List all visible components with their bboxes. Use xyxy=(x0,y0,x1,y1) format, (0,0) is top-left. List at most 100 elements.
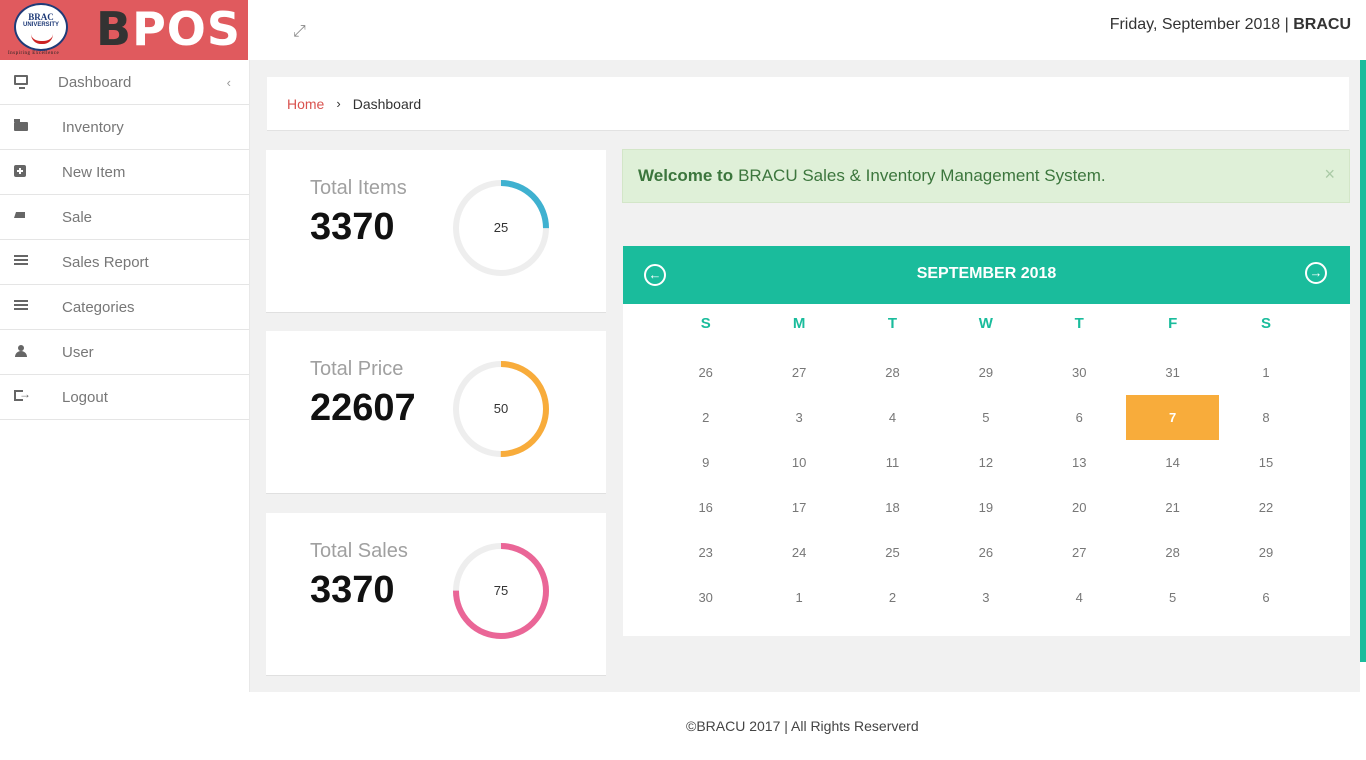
progress-ring-value: 50 xyxy=(493,401,509,416)
calendar-day[interactable]: 28 xyxy=(846,350,939,395)
stat-card-total-sales: Total Sales 3370 75 xyxy=(266,513,606,676)
calendar-day[interactable]: 1 xyxy=(752,575,845,620)
org-name: BRACU xyxy=(1293,16,1351,33)
calendar-day[interactable]: 6 xyxy=(1033,395,1126,440)
calendar-day[interactable]: 28 xyxy=(1126,530,1219,575)
user-icon xyxy=(14,345,28,357)
calendar-day[interactable]: 9 xyxy=(659,440,752,485)
brand-rest: POS xyxy=(132,2,242,56)
calendar-day[interactable]: 27 xyxy=(1033,530,1126,575)
sidebar-item-sale[interactable]: Sale xyxy=(0,195,249,240)
weekday-header: S xyxy=(1261,315,1272,332)
calendar-day[interactable]: 30 xyxy=(1033,350,1126,395)
sidebar-item-label: New Item xyxy=(62,163,126,181)
cart-icon xyxy=(14,210,25,218)
sidebar-item-inventory[interactable]: Inventory xyxy=(0,105,249,150)
stat-value: 3370 xyxy=(310,206,395,248)
sidebar-item-label: Sales Report xyxy=(62,253,149,271)
weekday-header: T xyxy=(887,315,898,332)
progress-ring-value: 75 xyxy=(493,583,509,598)
calendar-day[interactable]: 19 xyxy=(939,485,1032,530)
calendar-day[interactable]: 15 xyxy=(1219,440,1312,485)
calendar-day[interactable]: 5 xyxy=(1126,575,1219,620)
calendar-day[interactable]: 25 xyxy=(846,530,939,575)
calendar-header: ← SEPTEMBER 2018 → xyxy=(623,246,1350,304)
top-bar: ⤢ Friday, September 2018 | BRACU xyxy=(248,0,1366,60)
calendar-day[interactable]: 2 xyxy=(846,575,939,620)
progress-ring: 25 xyxy=(451,178,551,278)
brac-university-seal-logo: BRAC UNIVERSITY xyxy=(14,3,68,51)
calendar-day[interactable]: 10 xyxy=(752,440,845,485)
calendar-day[interactable]: 27 xyxy=(752,350,845,395)
close-icon[interactable]: × xyxy=(1324,164,1335,185)
footer: ©BRACU 2017 | All Rights Reserverd xyxy=(0,692,1366,760)
bars-icon xyxy=(14,300,28,310)
progress-ring: 75 xyxy=(451,541,551,641)
calendar-day[interactable]: 31 xyxy=(1126,350,1219,395)
calendar-day[interactable]: 12 xyxy=(939,440,1032,485)
sidebar: Dashboard ‹ Inventory New Item Sale Sale… xyxy=(0,60,250,692)
folder-icon xyxy=(14,119,28,131)
calendar-day[interactable]: 16 xyxy=(659,485,752,530)
calendar-day[interactable]: 20 xyxy=(1033,485,1126,530)
sidebar-item-sales-report[interactable]: Sales Report xyxy=(0,240,249,285)
calendar-day[interactable]: 22 xyxy=(1219,485,1312,530)
calendar-day[interactable]: 26 xyxy=(659,350,752,395)
sidebar-item-logout[interactable]: Logout xyxy=(0,375,249,420)
calendar-day[interactable]: 3 xyxy=(752,395,845,440)
sidebar-item-label: Categories xyxy=(62,298,135,316)
calendar-month-label: SEPTEMBER 2018 xyxy=(916,265,1057,282)
breadcrumb-current: Dashboard xyxy=(352,95,422,112)
calendar-day[interactable]: 4 xyxy=(846,395,939,440)
sidebar-item-user[interactable]: User xyxy=(0,330,249,375)
calendar-day[interactable]: 7 xyxy=(1125,395,1220,440)
calendar-day[interactable]: 4 xyxy=(1033,575,1126,620)
calendar-day[interactable]: 26 xyxy=(939,530,1032,575)
stat-card-total-price: Total Price 22607 50 xyxy=(266,331,606,494)
arrow-right-circle-icon[interactable]: → xyxy=(1305,262,1327,284)
calendar-day[interactable]: 6 xyxy=(1219,575,1312,620)
calendar-day[interactable]: 29 xyxy=(1219,530,1312,575)
sidebar-item-label: Inventory xyxy=(62,118,124,136)
main-content: Home › Dashboard Total Items 3370 25 Tot… xyxy=(250,60,1360,692)
calendar-day[interactable]: 23 xyxy=(659,530,752,575)
progress-ring-value: 25 xyxy=(493,220,509,235)
progress-ring: 50 xyxy=(451,359,551,459)
calendar-day[interactable]: 17 xyxy=(752,485,845,530)
logo-tagline: Inspiring Excellence xyxy=(8,51,60,56)
alert-strong: Welcome to xyxy=(638,166,734,185)
sidebar-item-dashboard[interactable]: Dashboard ‹ xyxy=(0,60,249,105)
calendar-day[interactable]: 30 xyxy=(659,575,752,620)
calendar-day[interactable]: 8 xyxy=(1219,395,1312,440)
calendar-day[interactable]: 11 xyxy=(846,440,939,485)
sidebar-item-categories[interactable]: Categories xyxy=(0,285,249,330)
calendar-day[interactable]: 14 xyxy=(1126,440,1219,485)
seal-line1: BRAC xyxy=(28,12,54,22)
stat-value: 3370 xyxy=(310,569,395,611)
calendar-day[interactable]: 24 xyxy=(752,530,845,575)
scrollbar[interactable] xyxy=(1360,60,1366,662)
calendar-day[interactable]: 21 xyxy=(1126,485,1219,530)
footer-copyright: ©BRACU 2017 | All Rights Reserverd xyxy=(686,718,919,734)
chevron-left-icon[interactable]: ‹ xyxy=(227,75,231,90)
logo-bar: BRAC UNIVERSITY Inspiring Excellence BPO… xyxy=(0,0,248,60)
stat-title: Total Sales xyxy=(310,540,408,562)
fullscreen-expand-icon[interactable]: ⤢ xyxy=(293,24,306,40)
calendar-day[interactable]: 3 xyxy=(939,575,1032,620)
sidebar-item-label: Sale xyxy=(62,208,93,226)
calendar-day[interactable]: 2 xyxy=(659,395,752,440)
calendar-day[interactable]: 13 xyxy=(1033,440,1126,485)
sidebar-item-label: Logout xyxy=(62,388,108,406)
breadcrumb-separator: › xyxy=(336,96,341,111)
calendar-day[interactable]: 5 xyxy=(939,395,1032,440)
calendar-day[interactable]: 1 xyxy=(1219,350,1312,395)
brand-name[interactable]: BPOS xyxy=(96,4,241,54)
weekday-header: M xyxy=(792,315,806,332)
sidebar-item-label: User xyxy=(62,343,94,361)
calendar-day[interactable]: 29 xyxy=(939,350,1032,395)
breadcrumb-home-link[interactable]: Home xyxy=(287,96,324,112)
book-icon xyxy=(31,32,53,44)
sidebar-item-new-item[interactable]: New Item xyxy=(0,150,249,195)
breadcrumb: Home › Dashboard xyxy=(267,77,1349,131)
calendar-day[interactable]: 18 xyxy=(846,485,939,530)
